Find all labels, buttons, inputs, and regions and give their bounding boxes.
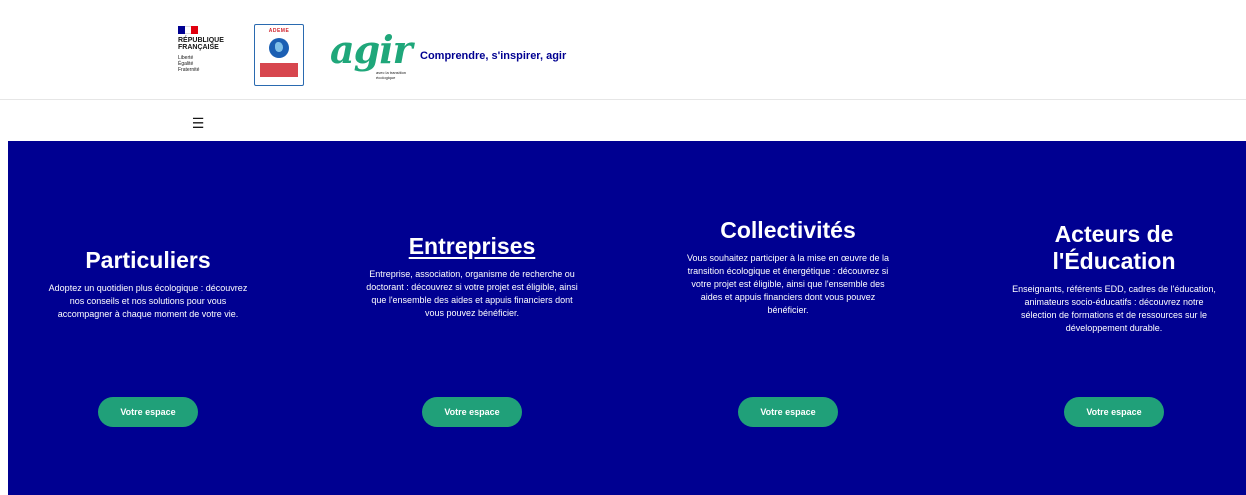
audience-card-entreprises: Entreprises Entreprise, association, org… [362, 141, 582, 495]
audience-description: Entreprise, association, organisme de re… [366, 269, 578, 318]
votre-espace-button[interactable]: Votre espace [738, 397, 838, 427]
ademe-banner [260, 63, 298, 77]
audience-description: Vous souhaitez participer à la mise en œ… [686, 253, 890, 315]
audience-title[interactable]: Collectivités [720, 217, 856, 244]
site-header: RÉPUBLIQUE FRANÇAISE Liberté Égalité Fra… [0, 0, 1246, 100]
site-tagline: Comprendre, s'inspirer, agir [420, 50, 567, 62]
agir-wordmark: agir [330, 27, 413, 72]
audience-description: Adoptez un quotidien plus écologique : d… [48, 283, 248, 319]
votre-espace-button[interactable]: Votre espace [98, 397, 198, 427]
gov-title: RÉPUBLIQUE FRANÇAISE [178, 37, 224, 51]
hamburger-menu-icon[interactable]: ☰ [186, 113, 210, 133]
agir-subtitle: avec la transition écologique [376, 70, 407, 80]
globe-icon [269, 38, 289, 58]
french-flag-icon [178, 26, 199, 34]
gov-motto: Liberté Égalité Fraternité [178, 55, 200, 73]
audience-card-acteurs-education: Acteurs de l'Éducation Enseignants, réfé… [1004, 141, 1224, 495]
audience-description: Enseignants, référents EDD, cadres de l'… [1012, 284, 1216, 333]
votre-espace-button[interactable]: Votre espace [422, 397, 522, 427]
audience-title[interactable]: Particuliers [85, 247, 210, 274]
audience-title[interactable]: Acteurs de l'Éducation [1024, 221, 1204, 275]
republique-francaise-logo[interactable]: RÉPUBLIQUE FRANÇAISE Liberté Égalité Fra… [178, 26, 248, 86]
agir-logo[interactable]: agir avec la transition écologique [330, 27, 413, 86]
audience-card-particuliers: Particuliers Adoptez un quotidien plus é… [38, 141, 258, 495]
audience-section: Particuliers Adoptez un quotidien plus é… [8, 141, 1246, 495]
audience-card-collectivites: Collectivités Vous souhaitez participer … [678, 141, 898, 495]
votre-espace-button[interactable]: Votre espace [1064, 397, 1164, 427]
audience-title[interactable]: Entreprises [409, 233, 536, 260]
ademe-label: ADEME [268, 28, 290, 34]
ademe-logo[interactable]: ADEME [254, 24, 304, 86]
